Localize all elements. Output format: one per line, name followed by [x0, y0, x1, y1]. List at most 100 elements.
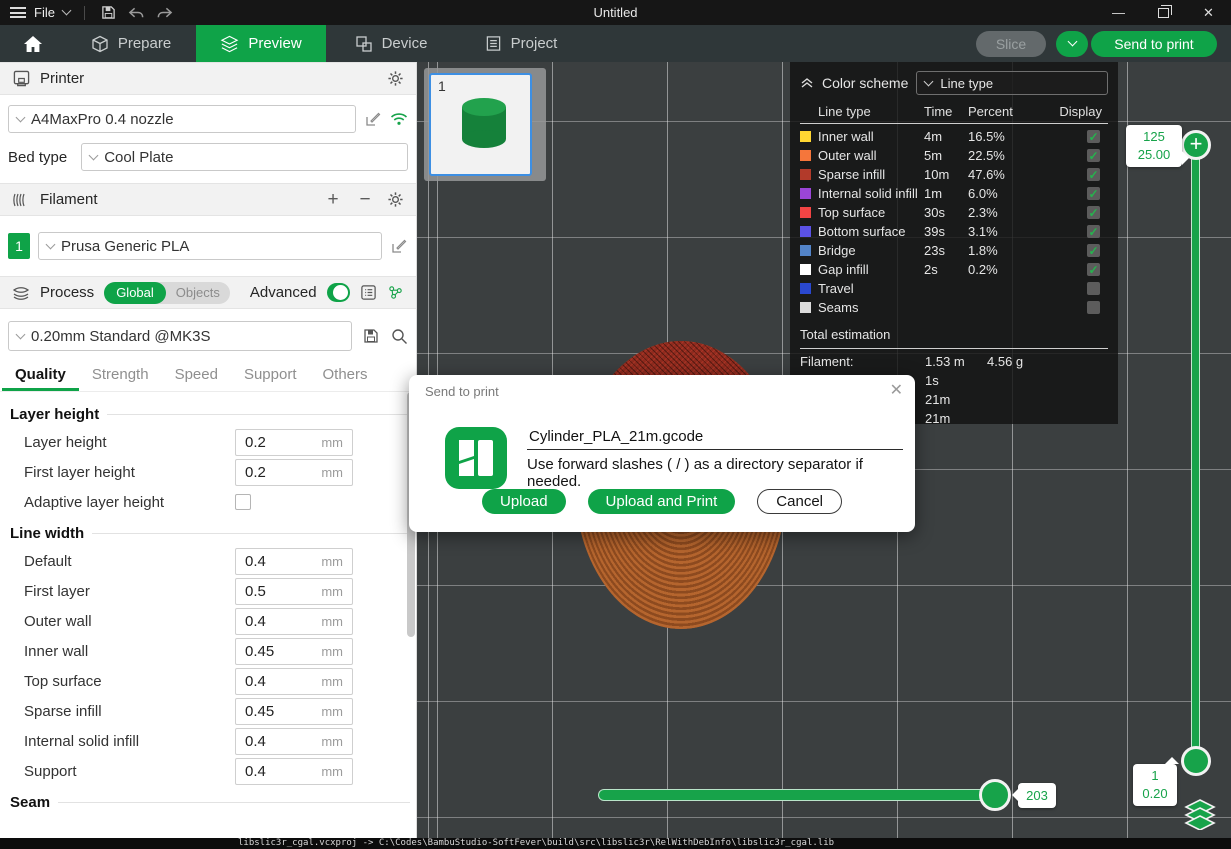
- send-to-print-button[interactable]: Send to print: [1091, 31, 1217, 57]
- process-preset-select[interactable]: 0.20mm Standard @MK3S: [8, 321, 352, 351]
- settings-panel: Printer A4MaxPro 0.4 nozzle Bed type Coo…: [0, 62, 417, 838]
- tab-device[interactable]: Device: [326, 25, 456, 62]
- dialog-title: Send to print: [425, 384, 499, 399]
- save-preset-icon[interactable]: [362, 327, 380, 345]
- close-button[interactable]: ✕: [1186, 0, 1231, 25]
- tab-project[interactable]: Project: [456, 25, 586, 62]
- line-type-percent: 1.8%: [968, 243, 1054, 258]
- filament-section-header: Filament + −: [0, 183, 416, 216]
- param-row: Default0.4mm: [0, 546, 416, 576]
- global-option[interactable]: Global: [104, 282, 166, 304]
- layers-view-button[interactable]: [1181, 795, 1219, 833]
- calibration-icon[interactable]: [387, 284, 404, 302]
- process-tab-others[interactable]: Others: [310, 366, 381, 391]
- display-checkbox[interactable]: ✓: [1087, 130, 1100, 143]
- move-slider-handle[interactable]: [979, 779, 1011, 811]
- total-row: Filament:1.53 m4.56 g: [800, 352, 1108, 371]
- param-input[interactable]: 0.4mm: [235, 668, 353, 695]
- cancel-button[interactable]: Cancel: [757, 489, 842, 514]
- view-mode-select[interactable]: Line type: [916, 71, 1108, 95]
- wifi-icon[interactable]: [390, 110, 408, 128]
- process-tab-speed[interactable]: Speed: [162, 366, 231, 391]
- param-input[interactable]: 0.2mm: [235, 459, 353, 486]
- nav-bar: Prepare Preview Device Project Slice Sen…: [0, 25, 1231, 62]
- minimize-button[interactable]: —: [1096, 0, 1141, 25]
- param-input[interactable]: 0.5mm: [235, 578, 353, 605]
- menu-icon[interactable]: [10, 7, 26, 18]
- line-type-swatch: [800, 150, 811, 161]
- process-icon: [12, 284, 30, 302]
- param-input[interactable]: 0.45mm: [235, 698, 353, 725]
- param-input[interactable]: 0.45mm: [235, 638, 353, 665]
- add-filament-button[interactable]: +: [322, 189, 344, 211]
- param-label: Outer wall: [24, 613, 235, 630]
- section-title: Layer height: [0, 398, 416, 427]
- search-icon[interactable]: [390, 327, 408, 345]
- plate-thumbnail[interactable]: 1: [429, 73, 532, 176]
- display-checkbox[interactable]: ✓: [1087, 168, 1100, 181]
- upload-and-print-button[interactable]: Upload and Print: [588, 489, 736, 514]
- printer-preset-select[interactable]: A4MaxPro 0.4 nozzle: [8, 105, 356, 133]
- home-button[interactable]: [0, 25, 66, 62]
- process-tab-support[interactable]: Support: [231, 366, 310, 391]
- upload-button[interactable]: Upload: [482, 489, 566, 514]
- process-tab-strength[interactable]: Strength: [79, 366, 162, 391]
- parameter-list-icon[interactable]: [360, 284, 377, 302]
- line-type-swatch: [800, 169, 811, 180]
- line-type-label: Gap infill: [818, 262, 924, 277]
- filename-input[interactable]: [527, 423, 903, 450]
- display-checkbox[interactable]: ✓: [1087, 263, 1100, 276]
- edit-printer-icon[interactable]: [364, 110, 382, 128]
- edit-filament-icon[interactable]: [390, 237, 408, 255]
- advanced-toggle[interactable]: [327, 283, 350, 302]
- cube-icon: [91, 35, 109, 53]
- display-checkbox[interactable]: ✓: [1087, 187, 1100, 200]
- collapse-panel-icon[interactable]: [800, 77, 814, 89]
- layer-bottom-tooltip: 1 0.20: [1133, 764, 1177, 806]
- line-type-row: Outer wall5m22.5%✓: [800, 146, 1108, 165]
- redo-icon[interactable]: [155, 4, 175, 22]
- undo-icon[interactable]: [127, 4, 147, 22]
- layer-slider-bottom-handle[interactable]: [1181, 746, 1211, 776]
- tab-prepare[interactable]: Prepare: [66, 25, 196, 62]
- layer-slider-track[interactable]: [1191, 145, 1200, 762]
- maximize-button[interactable]: [1141, 0, 1186, 25]
- bed-type-select[interactable]: Cool Plate: [81, 143, 408, 171]
- slice-button[interactable]: Slice: [976, 31, 1046, 57]
- device-icon: [355, 35, 373, 53]
- line-type-percent: 3.1%: [968, 224, 1054, 239]
- display-checkbox[interactable]: ✓: [1087, 244, 1100, 257]
- filament-preset-select[interactable]: Prusa Generic PLA: [38, 232, 382, 260]
- objects-option[interactable]: Objects: [166, 285, 230, 300]
- dialog-close-icon[interactable]: ✕: [890, 380, 903, 400]
- display-checkbox[interactable]: ✓: [1087, 225, 1100, 238]
- printer-settings-gear-icon[interactable]: [386, 70, 404, 88]
- move-slider-track[interactable]: [598, 789, 998, 801]
- process-tab-quality[interactable]: Quality: [2, 366, 79, 391]
- color-scheme-title: Color scheme: [822, 75, 908, 91]
- tab-preview[interactable]: Preview: [196, 25, 326, 62]
- display-checkbox[interactable]: [1087, 301, 1100, 314]
- line-type-time: 30s: [924, 205, 968, 220]
- param-input[interactable]: 0.4mm: [235, 608, 353, 635]
- display-checkbox[interactable]: ✓: [1087, 206, 1100, 219]
- param-input[interactable]: 0.4mm: [235, 548, 353, 575]
- param-label: First layer: [24, 583, 235, 600]
- save-icon[interactable]: [99, 4, 119, 22]
- line-type-row: Internal solid infill1m6.0%✓: [800, 184, 1108, 203]
- param-input[interactable]: 0.4mm: [235, 758, 353, 785]
- filament-settings-gear-icon[interactable]: [386, 191, 404, 209]
- param-label: Top surface: [24, 673, 235, 690]
- display-checkbox[interactable]: ✓: [1087, 149, 1100, 162]
- chevron-down-icon[interactable]: [62, 6, 72, 16]
- param-input[interactable]: 0.4mm: [235, 728, 353, 755]
- param-input[interactable]: 0.2mm: [235, 429, 353, 456]
- global-objects-toggle[interactable]: Global Objects: [104, 282, 230, 304]
- display-checkbox[interactable]: [1087, 282, 1100, 295]
- divider: [84, 6, 85, 20]
- file-menu[interactable]: File: [34, 5, 55, 20]
- remove-filament-button[interactable]: −: [354, 189, 376, 211]
- param-checkbox[interactable]: [235, 494, 251, 510]
- send-options-button[interactable]: [1056, 31, 1088, 57]
- plus-icon: +: [1190, 133, 1203, 155]
